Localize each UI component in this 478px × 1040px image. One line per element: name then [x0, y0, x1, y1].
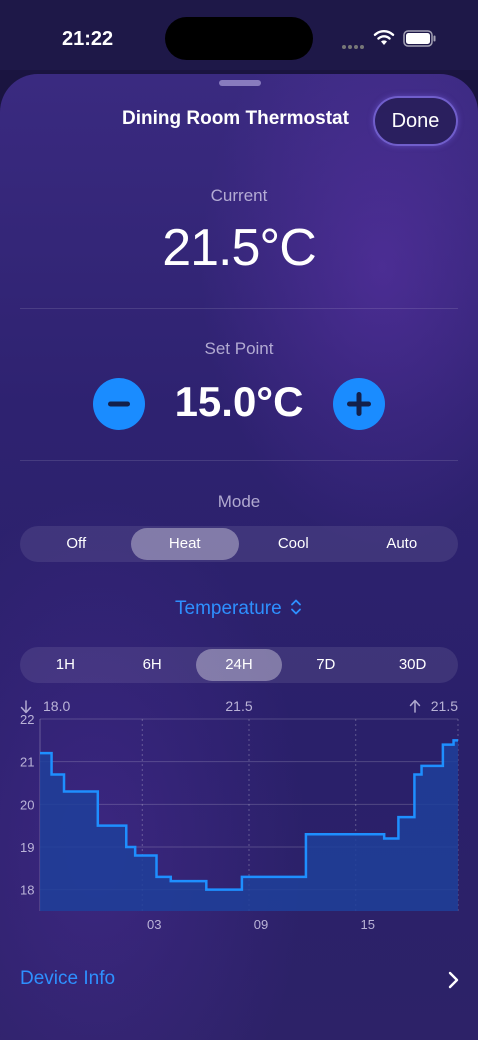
x-tick-label: 09: [254, 917, 268, 932]
current-temperature: 21.5°C: [162, 219, 317, 277]
divider: [20, 308, 458, 309]
metric-selector-label: Temperature: [175, 598, 282, 619]
mode-option-auto[interactable]: Auto: [348, 528, 457, 560]
divider: [20, 460, 458, 461]
mode-option-cool[interactable]: Cool: [239, 528, 348, 560]
plus-icon: [347, 392, 371, 416]
metric-selector[interactable]: Temperature: [0, 598, 478, 620]
cellular-signal-icon: [342, 36, 368, 49]
range-option-30d[interactable]: 30D: [369, 649, 456, 681]
y-tick-label: 21: [20, 755, 34, 770]
y-tick-label: 19: [20, 840, 34, 855]
mode-option-off[interactable]: Off: [22, 528, 131, 560]
set-point-value: 15.0°C: [174, 378, 304, 425]
x-tick-label: 03: [147, 917, 161, 932]
battery-icon: [403, 30, 436, 47]
status-time: 21:22: [62, 28, 114, 50]
device-info-link[interactable]: Device Info: [20, 968, 115, 990]
temperature-chart-svg: 18.0 21.5 21.5 22 21 20 19 18 03 09 15: [20, 698, 459, 932]
status-bar: 21:22: [0, 0, 478, 70]
temperature-chart: 18.0 21.5 21.5 22 21 20 19 18 03 09 15: [0, 692, 478, 932]
range-option-6h[interactable]: 6H: [109, 649, 196, 681]
arrow-down-icon: [20, 700, 32, 714]
set-point-label: Set Point: [204, 339, 274, 358]
stat-max-value: 21.5: [431, 698, 458, 714]
range-segmented-control: 1H 6H 24H 7D 30D: [20, 647, 458, 683]
stat-max: 21.5: [409, 698, 458, 714]
chevron-right-icon[interactable]: [446, 970, 460, 990]
range-option-7d[interactable]: 7D: [282, 649, 369, 681]
thermostat-sheet: Dining Room Thermostat Done Current 21.5…: [0, 74, 478, 1040]
y-tick-label: 22: [20, 712, 34, 727]
range-option-1h[interactable]: 1H: [22, 649, 109, 681]
arrow-up-icon: [409, 699, 421, 713]
stat-min-value: 18.0: [43, 698, 70, 714]
sheet-grabber[interactable]: [219, 80, 261, 86]
increase-setpoint-button[interactable]: [333, 378, 385, 430]
mode-option-heat[interactable]: Heat: [130, 528, 239, 560]
y-tick-label: 18: [20, 883, 34, 898]
current-label: Current: [210, 186, 268, 205]
dynamic-island: [165, 17, 313, 60]
y-tick-label: 20: [20, 797, 34, 812]
stat-avg-value: 21.5: [225, 698, 252, 714]
wifi-icon: [373, 30, 395, 45]
mode-segmented-control: Off Heat Cool Auto: [20, 526, 458, 562]
sheet-title: Dining Room Thermostat: [122, 108, 349, 129]
done-button[interactable]: Done: [373, 96, 458, 146]
range-option-24h[interactable]: 24H: [195, 649, 283, 681]
chevron-up-down-icon: [291, 599, 301, 615]
mode-label: Mode: [217, 492, 261, 511]
x-tick-label: 15: [360, 917, 374, 932]
